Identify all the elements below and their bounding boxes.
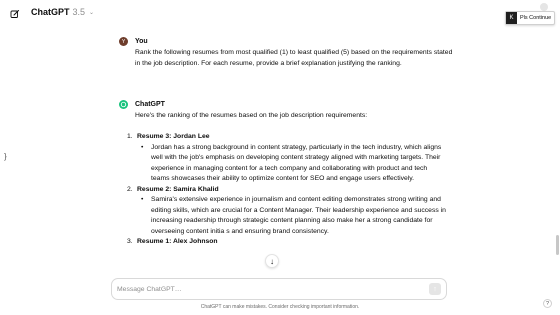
list-bullet: • Samira's extensive experience in journ… [141, 195, 447, 237]
send-button[interactable]: ↑ [429, 283, 441, 295]
disclaimer-text: ChatGPT can make mistakes. Consider chec… [200, 304, 360, 310]
list-item: 1. Resume 3: Jordan Lee • Jordan has a s… [127, 132, 447, 185]
message-input[interactable] [117, 285, 429, 293]
bullet-dot: • [141, 196, 144, 203]
bullet-dot: • [141, 143, 144, 151]
list-heading: Resume 3: Jordan Lee [137, 133, 210, 140]
new-chat-button[interactable] [7, 6, 22, 21]
shortcut-tooltip: K Pls Continue [505, 11, 556, 25]
user-sender-name: You [135, 38, 148, 45]
arrow-down-icon: ↓ [270, 256, 274, 266]
user-message-text: Rank the following resumes from most qua… [135, 49, 453, 67]
list-number: 1. [127, 133, 133, 140]
user-message: Y You Rank the following resumes from mo… [119, 37, 459, 87]
model-selector[interactable]: ChatGPT 3.5 ⌄ [31, 7, 94, 17]
help-button[interactable]: ? [543, 299, 552, 308]
bullet-text: Samira's extensive experience in journal… [151, 196, 446, 235]
model-name: ChatGPT [31, 7, 70, 17]
list-bullet: • Jordan has a strong background in cont… [141, 143, 447, 185]
assistant-message: ChatGPT Here's the ranking of the resume… [119, 100, 459, 130]
assistant-intro-text: Here's the ranking of the resumes based … [135, 112, 368, 119]
user-avatar: Y [119, 37, 128, 46]
assistant-sender-name: ChatGPT [135, 101, 165, 108]
tooltip-key: K [506, 12, 517, 24]
tooltip-text: Pls Continue [520, 15, 552, 21]
ranking-list: 1. Resume 3: Jordan Lee • Jordan has a s… [127, 132, 447, 248]
message-composer: ↑ [111, 278, 447, 300]
chevron-down-icon: ⌄ [89, 9, 95, 16]
share-icon[interactable] [540, 3, 548, 11]
model-version: 3.5 [72, 7, 86, 17]
list-heading: Resume 2: Samira Khalid [137, 185, 219, 193]
arrow-up-icon: ↑ [433, 285, 437, 293]
chatgpt-logo-icon [119, 100, 128, 109]
edit-icon [10, 9, 19, 18]
list-number: 3. [127, 238, 133, 245]
list-item: 2. Resume 2: Samira Khalid • Samira's ex… [127, 185, 447, 238]
scroll-down-button[interactable]: ↓ [265, 254, 279, 268]
list-item: 3. Resume 1: Alex Johnson [127, 237, 447, 248]
bullet-text: Jordan has a strong background in conten… [151, 143, 442, 183]
list-number: 2. [127, 185, 133, 193]
scrollbar-thumb[interactable] [556, 235, 559, 255]
sidebar-toggle-icon[interactable]: } [4, 152, 7, 161]
list-heading: Resume 1: Alex Johnson [137, 238, 218, 245]
